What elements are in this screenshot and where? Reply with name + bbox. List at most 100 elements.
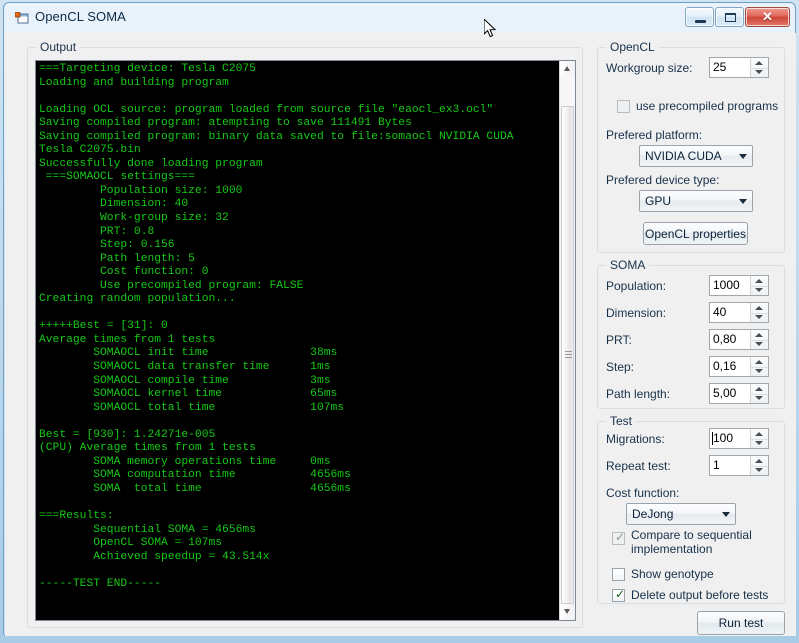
output-groupbox: Output ===Targeting device: Tesla C2075 … <box>27 40 583 628</box>
use-precompiled-checkbox[interactable] <box>617 100 630 113</box>
prefered-device-value: GPU <box>645 194 672 208</box>
console-log-text: ===Targeting device: Tesla C2075 Loading… <box>39 63 514 590</box>
spin-down-icon[interactable] <box>755 468 763 472</box>
soma-path-length-spin-buttons[interactable] <box>750 384 768 403</box>
repeat-test-label: Repeat test: <box>606 459 671 473</box>
output-console[interactable]: ===Targeting device: Tesla C2075 Loading… <box>35 60 576 621</box>
delete-output-label: Delete output before tests <box>631 588 769 602</box>
spin-down-icon[interactable] <box>755 342 763 346</box>
soma-path-length-value[interactable]: 5,00 <box>710 384 750 403</box>
text-caret <box>712 432 713 445</box>
workgroup-size-spin-buttons[interactable] <box>750 58 768 77</box>
output-group-title: Output <box>36 40 81 54</box>
compare-sequential-checkbox[interactable]: ✓ <box>612 530 626 545</box>
scrollbar-thumb[interactable] <box>561 106 574 604</box>
prefered-platform-label: Prefered platform: <box>606 128 703 142</box>
use-precompiled-label: use precompiled programs <box>636 99 779 113</box>
spin-up-icon[interactable] <box>755 387 763 391</box>
soma-population-label: Population: <box>606 279 667 293</box>
spin-up-icon[interactable] <box>755 306 763 310</box>
soma-dimension-spin-buttons[interactable] <box>750 303 768 322</box>
spin-down-icon[interactable] <box>755 315 763 319</box>
spin-down-icon[interactable] <box>755 288 763 292</box>
soma-path-length-stepper[interactable]: 5,00 <box>709 383 769 404</box>
scroll-down-button[interactable] <box>560 604 575 620</box>
spin-down-icon[interactable] <box>755 369 763 373</box>
soma-prt-stepper[interactable]: 0,80 <box>709 329 769 350</box>
compare-sequential-label: Compare to sequential implementation <box>631 528 752 556</box>
close-button[interactable]: ✕ <box>745 7 790 27</box>
cost-function-value: DeJong <box>632 507 674 521</box>
soma-step-value[interactable]: 0,16 <box>710 357 750 376</box>
chevron-down-icon[interactable] <box>734 191 752 211</box>
prefered-device-select[interactable]: GPU <box>639 190 753 212</box>
run-test-label: Run test <box>718 616 764 630</box>
show-genotype-checkbox[interactable] <box>612 568 625 581</box>
soma-group-title: SOMA <box>606 258 650 272</box>
app-form-icon <box>15 12 29 24</box>
prefered-platform-select[interactable]: NVIDIA CUDA <box>639 145 753 167</box>
spin-up-icon[interactable] <box>755 333 763 337</box>
delete-output-checkbox[interactable]: ✓ <box>612 587 626 602</box>
scrollbar-grip-icon <box>565 351 572 359</box>
migrations-stepper[interactable]: 100 <box>709 428 769 449</box>
soma-prt-label: PRT: <box>606 333 632 347</box>
workgroup-size-value[interactable]: 25 <box>710 58 750 77</box>
soma-dimension-label: Dimension: <box>606 306 667 320</box>
spin-down-icon[interactable] <box>755 70 763 74</box>
soma-prt-spin-buttons[interactable] <box>750 330 768 349</box>
chevron-down-icon[interactable] <box>717 504 735 524</box>
soma-dimension-stepper[interactable]: 40 <box>709 302 769 323</box>
spin-up-icon[interactable] <box>755 61 763 65</box>
spin-down-icon[interactable] <box>755 396 763 400</box>
spin-up-icon[interactable] <box>755 459 763 463</box>
soma-step-stepper[interactable]: 0,16 <box>709 356 769 377</box>
workgroup-size-stepper[interactable]: 25 <box>709 57 769 78</box>
prefered-device-label: Prefered device type: <box>606 173 720 187</box>
migrations-spin-buttons[interactable] <box>750 429 768 448</box>
window-title: OpenCL SOMA <box>35 9 126 24</box>
title-bar[interactable]: OpenCL SOMA ✕ <box>4 3 795 33</box>
soma-population-value[interactable]: 1000 <box>710 276 750 295</box>
opencl-groupbox: OpenCL Workgroup size: 25 use precompile… <box>597 40 785 253</box>
chevron-down-icon[interactable] <box>734 146 752 166</box>
cost-function-label: Cost function: <box>606 486 680 500</box>
client-area: Output ===Targeting device: Tesla C2075 … <box>5 33 796 636</box>
scroll-up-icon <box>564 66 570 71</box>
prefered-platform-value: NVIDIA CUDA <box>645 149 722 163</box>
repeat-test-value[interactable]: 1 <box>710 456 750 475</box>
soma-step-label: Step: <box>606 360 635 374</box>
minimize-button[interactable] <box>685 7 714 27</box>
spin-up-icon[interactable] <box>755 360 763 364</box>
scroll-down-icon <box>564 609 570 614</box>
soma-prt-value[interactable]: 0,80 <box>710 330 750 349</box>
run-test-button[interactable]: Run test <box>697 611 785 635</box>
soma-population-spin-buttons[interactable] <box>750 276 768 295</box>
scroll-up-button[interactable] <box>560 61 575 77</box>
migrations-value[interactable]: 100 <box>710 429 750 448</box>
migrations-label: Migrations: <box>606 432 665 446</box>
cost-function-select[interactable]: DeJong <box>626 503 736 525</box>
opencl-properties-button[interactable]: OpenCL properties <box>643 222 748 245</box>
soma-step-spin-buttons[interactable] <box>750 357 768 376</box>
minimize-icon <box>695 20 706 23</box>
repeat-test-stepper[interactable]: 1 <box>709 455 769 476</box>
repeat-test-spin-buttons[interactable] <box>750 456 768 475</box>
test-groupbox: Test Migrations: 100 Repeat test: 1 Cost… <box>597 414 785 604</box>
test-group-title: Test <box>606 414 637 428</box>
check-icon: ✓ <box>615 587 626 601</box>
soma-population-stepper[interactable]: 1000 <box>709 275 769 296</box>
spin-up-icon[interactable] <box>755 279 763 283</box>
window-frame: OpenCL SOMA ✕ Output ===Targeting device <box>3 2 796 636</box>
console-vertical-scrollbar[interactable] <box>559 61 575 620</box>
soma-dimension-value[interactable]: 40 <box>710 303 750 322</box>
maximize-icon <box>725 13 736 22</box>
maximize-button[interactable] <box>715 7 744 27</box>
spin-down-icon[interactable] <box>755 441 763 445</box>
show-genotype-label: Show genotype <box>631 567 714 581</box>
soma-path-length-label: Path length: <box>606 387 671 401</box>
close-icon: ✕ <box>762 9 773 24</box>
check-icon: ✓ <box>615 530 626 544</box>
window-controls: ✕ <box>685 7 790 27</box>
spin-up-icon[interactable] <box>755 432 763 436</box>
